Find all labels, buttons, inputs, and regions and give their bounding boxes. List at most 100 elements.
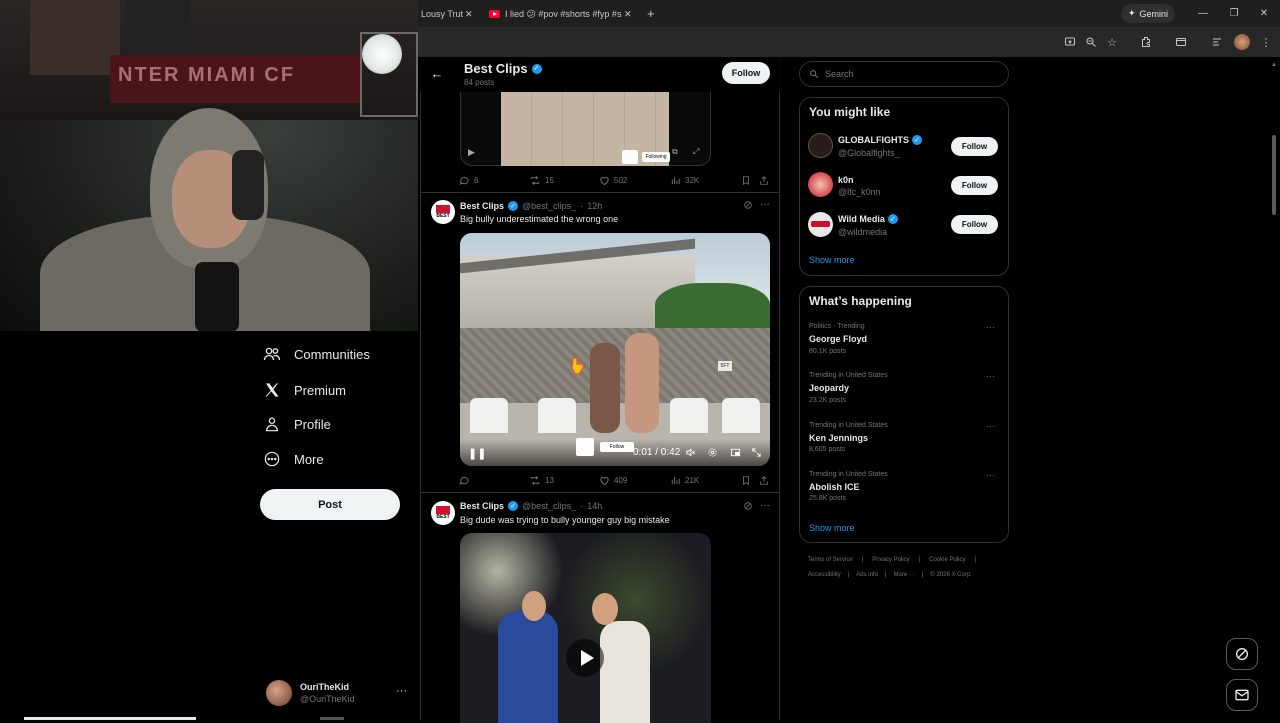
nav-communities[interactable]: Communities bbox=[262, 339, 370, 369]
suggested-account-name[interactable]: Wild Media ✓ bbox=[838, 214, 898, 224]
views-button[interactable]: 32K bbox=[670, 175, 699, 186]
footer-link[interactable]: Accessibility bbox=[808, 572, 841, 578]
video-scene-person-head bbox=[522, 591, 546, 621]
author-name[interactable]: Best Clips bbox=[460, 501, 504, 511]
account-handle: @OuriTheKid bbox=[300, 694, 355, 704]
fullscreen-icon[interactable] bbox=[751, 447, 762, 461]
avatar[interactable] bbox=[808, 172, 833, 197]
fullscreen-icon[interactable]: ⤢ bbox=[693, 147, 699, 157]
gemini-button[interactable]: ✦ Gemini bbox=[1121, 4, 1175, 23]
scroll-up-icon[interactable]: ▲ bbox=[1271, 62, 1277, 68]
nav-more[interactable]: More bbox=[262, 444, 324, 474]
avatar[interactable]: BEST bbox=[431, 200, 455, 224]
bookmark-icon[interactable] bbox=[741, 175, 751, 186]
play-button[interactable] bbox=[566, 639, 604, 677]
suggested-account-name[interactable]: k0n bbox=[838, 175, 854, 185]
footer-link[interactable]: Cookie Policy bbox=[929, 557, 965, 563]
follow-button[interactable]: Follow bbox=[722, 62, 770, 84]
repost-button[interactable]: 15 bbox=[529, 175, 554, 186]
grok-icon[interactable] bbox=[743, 501, 753, 514]
pause-icon[interactable]: ❚❚ bbox=[468, 447, 486, 460]
browser-profile-avatar[interactable] bbox=[1234, 34, 1250, 50]
nav-profile[interactable]: Profile bbox=[262, 409, 331, 439]
share-icon[interactable] bbox=[759, 175, 769, 186]
scrollbar-thumb[interactable] bbox=[1272, 135, 1276, 215]
trend-context: Trending in United States bbox=[809, 372, 888, 379]
suggested-account-name[interactable]: GLOBALFIGHTS ✓ bbox=[838, 135, 922, 145]
post-video[interactable] bbox=[460, 533, 711, 723]
minimize-icon[interactable]: — bbox=[1193, 4, 1213, 22]
avatar[interactable] bbox=[808, 212, 833, 237]
new-tab-icon[interactable]: + bbox=[647, 6, 655, 21]
author-handle[interactable]: @best_clips_ bbox=[522, 201, 576, 211]
trend-more-icon[interactable]: ··· bbox=[986, 421, 995, 431]
trend-name[interactable]: Abolish ICE bbox=[809, 482, 860, 492]
avatar[interactable] bbox=[808, 133, 833, 158]
account-switcher[interactable]: OuriTheKid @OuriTheKid bbox=[266, 678, 416, 708]
post-time[interactable]: 12h bbox=[587, 201, 602, 211]
views-button[interactable]: 21K bbox=[670, 475, 699, 486]
reading-list-icon[interactable] bbox=[1208, 33, 1226, 51]
reply-button[interactable]: 6 bbox=[459, 175, 478, 186]
trend-more-icon[interactable]: ··· bbox=[986, 371, 995, 381]
grok-icon[interactable] bbox=[743, 200, 753, 213]
browser-menu-icon[interactable]: ⋮ bbox=[1257, 33, 1275, 51]
author-handle[interactable]: @best_clips_ bbox=[522, 501, 576, 511]
follow-button[interactable]: Follow bbox=[951, 176, 998, 195]
tab-close-icon[interactable]: ✕ bbox=[624, 9, 632, 20]
reply-button[interactable] bbox=[459, 475, 474, 486]
footer-link[interactable]: Ads info bbox=[856, 572, 878, 578]
share-icon[interactable] bbox=[759, 475, 769, 486]
post-time[interactable]: 14h bbox=[587, 501, 602, 511]
video-time: 0:01 / 0:42 bbox=[633, 447, 681, 458]
show-more-link[interactable]: Show more bbox=[809, 523, 855, 533]
bookmark-icon[interactable] bbox=[741, 475, 751, 486]
tab-close-icon[interactable]: ✕ bbox=[465, 9, 473, 20]
footer-link[interactable]: Privacy Policy bbox=[872, 557, 909, 563]
profile-name: Best Clips bbox=[464, 61, 528, 76]
follow-button[interactable]: Follow bbox=[951, 215, 998, 234]
back-arrow-icon[interactable]: ← bbox=[428, 64, 446, 82]
cursor-icon bbox=[571, 357, 584, 375]
post-button[interactable]: Post bbox=[260, 489, 400, 520]
avatar[interactable]: BEST bbox=[431, 501, 455, 525]
play-icon[interactable]: ▶ bbox=[468, 147, 475, 158]
settings-gear-icon[interactable] bbox=[707, 447, 718, 461]
grok-fab[interactable] bbox=[1226, 638, 1258, 670]
show-more-link[interactable]: Show more bbox=[809, 255, 855, 265]
repost-button[interactable]: 13 bbox=[529, 475, 554, 486]
mute-icon[interactable] bbox=[685, 447, 696, 461]
footer-link[interactable]: Terms of Service bbox=[808, 557, 853, 563]
trend-name[interactable]: George Floyd bbox=[809, 334, 867, 344]
trend-name[interactable]: Ken Jennings bbox=[809, 433, 868, 443]
messages-fab[interactable] bbox=[1226, 679, 1258, 711]
video-scene-chair bbox=[670, 398, 708, 433]
search-input[interactable]: Search bbox=[799, 61, 1009, 87]
account-more-icon[interactable]: ··· bbox=[396, 685, 407, 697]
follow-button[interactable]: Follow bbox=[951, 137, 998, 156]
trend-name[interactable]: Jeopardy bbox=[809, 383, 849, 393]
like-button[interactable]: 409 bbox=[599, 475, 627, 486]
nav-premium[interactable]: Premium bbox=[262, 375, 346, 405]
profile-icon bbox=[262, 414, 282, 434]
webcam-microphone bbox=[195, 262, 239, 331]
trend-more-icon[interactable]: ··· bbox=[986, 470, 995, 480]
author-name[interactable]: Best Clips bbox=[460, 201, 504, 211]
pip-icon[interactable] bbox=[730, 447, 741, 461]
zoom-icon[interactable] bbox=[1082, 33, 1100, 51]
restore-icon[interactable]: ❐ bbox=[1224, 4, 1244, 22]
close-window-icon[interactable]: ✕ bbox=[1254, 4, 1274, 22]
post-more-icon[interactable]: ··· bbox=[760, 500, 770, 511]
video-scene-chair bbox=[470, 398, 508, 433]
post-more-icon[interactable]: ··· bbox=[760, 199, 770, 210]
extensions-icon[interactable] bbox=[1137, 33, 1155, 51]
pip-icon[interactable]: ⧉ bbox=[672, 147, 678, 157]
like-button[interactable]: 502 bbox=[599, 175, 627, 186]
tab-search-icon[interactable] bbox=[1172, 33, 1190, 51]
trend-more-icon[interactable]: ··· bbox=[986, 322, 995, 332]
footer-link[interactable]: More ··· bbox=[894, 572, 915, 578]
install-app-icon[interactable] bbox=[1061, 33, 1079, 51]
post-video[interactable]: 5FT ❚❚ Follow 0:01 / 0:42 bbox=[460, 233, 770, 466]
browser-tab[interactable]: I lied 😕 #pov #shorts #fyp #s bbox=[489, 4, 627, 24]
bookmark-star-icon[interactable]: ☆ bbox=[1103, 33, 1121, 51]
